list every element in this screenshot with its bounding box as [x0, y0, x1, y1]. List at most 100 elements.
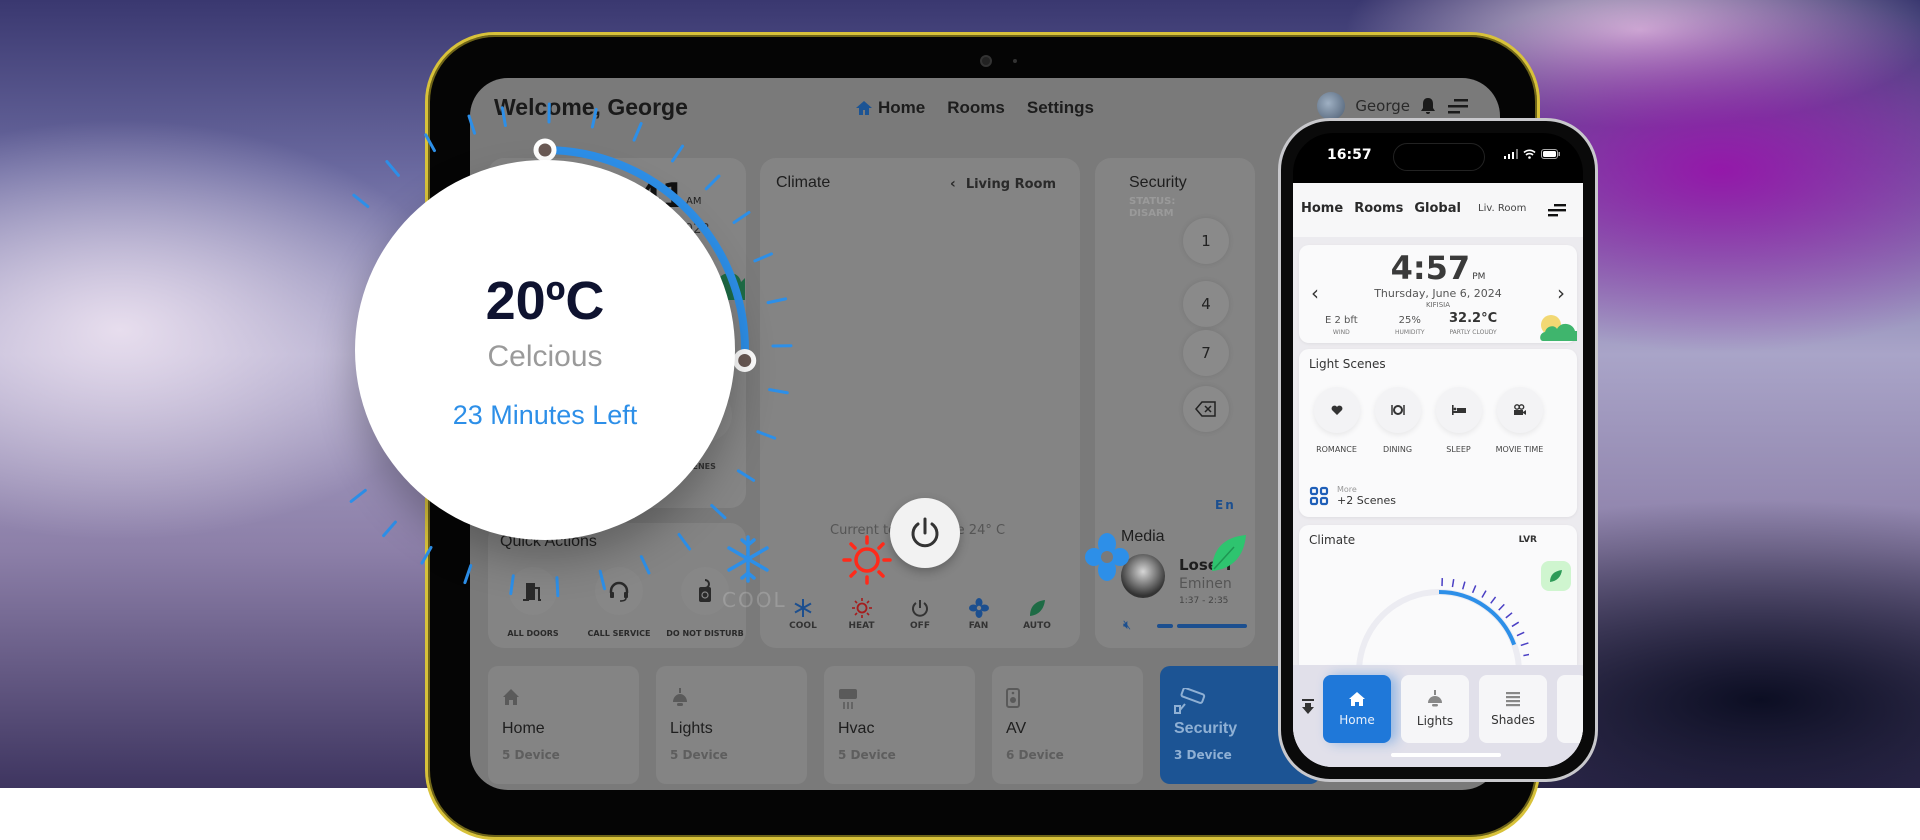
scene-romance[interactable]: ROMANCE: [1311, 387, 1362, 454]
home-icon: [503, 689, 519, 705]
media-time: 1:37 - 2:35: [1179, 596, 1229, 606]
dial-tick: [632, 122, 643, 142]
tile-av-name: AV: [1006, 720, 1027, 737]
dial-tick: [732, 210, 751, 225]
battery-icon: [1541, 149, 1560, 159]
speaker-icon: [1006, 688, 1020, 708]
keypad-key-4[interactable]: 4: [1183, 281, 1229, 327]
bed-icon: [1451, 405, 1466, 415]
tile-lights-name: Lights: [670, 720, 713, 737]
dial-tick: [768, 388, 789, 395]
gauge-tick: [1520, 642, 1529, 647]
dial-start-handle[interactable]: [533, 138, 557, 162]
climate-room-selector[interactable]: ‹ Living Room: [950, 176, 1056, 192]
media-progress-bar[interactable]: [1157, 624, 1247, 628]
menu-icon[interactable]: [1547, 203, 1567, 218]
nav-home[interactable]: Home: [855, 98, 925, 118]
security-status-label: STATUS:: [1129, 196, 1176, 207]
tab-shades[interactable]: Shades: [1479, 675, 1547, 743]
tile-av[interactable]: AV 6 Device: [992, 666, 1143, 784]
sun-icon: [851, 598, 872, 618]
gauge-tick: [1490, 596, 1497, 604]
leaf-icon: [1550, 570, 1562, 582]
tab-more-partial[interactable]: [1557, 675, 1583, 743]
sun-icon: [842, 535, 892, 585]
mode-heat[interactable]: HEAT: [837, 598, 887, 631]
grid-icon: [1309, 486, 1329, 506]
tile-lights[interactable]: Lights 5 Device: [656, 666, 807, 784]
dial-tick: [736, 469, 756, 482]
mode-off-label: OFF: [910, 621, 930, 631]
keypad-key-1[interactable]: 1: [1183, 218, 1229, 264]
mode-auto-label: AUTO: [1023, 621, 1051, 631]
phone-city: KIFISIA: [1425, 301, 1451, 309]
tab-lights-label: Lights: [1416, 714, 1454, 728]
phone-nav-global[interactable]: Global: [1414, 201, 1461, 216]
more-scenes-button[interactable]: More +2 Scenes: [1309, 485, 1396, 507]
avatar[interactable]: [1317, 92, 1346, 120]
nav-settings[interactable]: Settings: [1027, 98, 1094, 118]
tile-hvac[interactable]: Hvac 5 Device: [824, 666, 975, 784]
phone-room-selector[interactable]: Liv. Room: [1478, 203, 1526, 214]
tile-home[interactable]: Home 5 Device: [488, 666, 639, 784]
nav-rooms[interactable]: Rooms: [947, 98, 1005, 118]
humidity-stat: 25% HUMIDITY: [1395, 315, 1425, 336]
mode-fan[interactable]: FAN: [954, 598, 1004, 631]
nav-rooms-label: Rooms: [947, 98, 1005, 117]
phone-clock: 16:57: [1327, 147, 1372, 163]
tile-home-count: 5 Device: [502, 748, 560, 762]
dial-tick: [598, 569, 607, 591]
phone-climate-room[interactable]: LVR: [1519, 535, 1537, 545]
scene-sleep[interactable]: SLEEP: [1433, 387, 1484, 454]
wind-value: E 2 bft: [1325, 315, 1358, 326]
bell-icon[interactable]: [1420, 97, 1436, 115]
system-icons: [1504, 149, 1561, 159]
scene-dining[interactable]: DINING: [1372, 387, 1423, 454]
phone-nav-rooms[interactable]: Rooms: [1354, 201, 1403, 216]
dial-tick: [639, 555, 651, 575]
mode-off[interactable]: OFF: [895, 598, 945, 631]
phone-climate-title: Climate: [1309, 533, 1356, 547]
security-title: Security: [1129, 174, 1187, 191]
more-scenes-count: +2 Scenes: [1337, 494, 1396, 507]
snowflake-icon: [727, 535, 769, 583]
mode-auto[interactable]: AUTO: [1012, 598, 1062, 631]
power-icon: [912, 600, 928, 617]
mute-icon[interactable]: 🔇︎: [1123, 618, 1131, 633]
download-icon[interactable]: [1301, 699, 1315, 715]
gauge-track: [1356, 589, 1522, 667]
power-button[interactable]: [890, 498, 960, 568]
phone-nav: Home Rooms Global Liv. Room: [1293, 183, 1583, 237]
tab-home[interactable]: Home: [1323, 675, 1391, 743]
dial-end-handle[interactable]: [733, 348, 757, 372]
climate-mode-row: COOL HEAT OFF FAN AUTO: [778, 598, 1062, 631]
eco-mode-button[interactable]: [1541, 561, 1571, 591]
lamp-icon: [1428, 690, 1442, 707]
scene-movie-time[interactable]: MOVIE TIME: [1494, 387, 1545, 454]
nav-home-label: Home: [878, 98, 926, 117]
user-name: George: [1355, 97, 1410, 115]
keypad-backspace[interactable]: [1183, 386, 1229, 432]
dial-tick: [463, 564, 473, 585]
keypad-key-7[interactable]: 7: [1183, 330, 1229, 376]
nav-settings-label: Settings: [1026, 98, 1094, 117]
menu-icon[interactable]: [1446, 97, 1470, 115]
dial-tick: [555, 576, 560, 598]
dial-tick: [670, 144, 685, 163]
phone-climate-gauge[interactable]: [1349, 577, 1529, 667]
gauge-tick: [1505, 612, 1513, 619]
power-icon: [911, 517, 939, 548]
mode-fan-label: FAN: [968, 621, 989, 631]
temperature-stat: 32.2°C PARTLY CLOUDY: [1449, 311, 1497, 336]
phone-time-value: 4:57: [1390, 249, 1471, 287]
phone-time: 4:57 PM: [1299, 249, 1577, 287]
scene-dining-label: DINING: [1382, 445, 1413, 454]
security-enter-button[interactable]: En: [1215, 498, 1236, 512]
dial-temperature: 20ºC: [485, 270, 605, 331]
tab-lights[interactable]: Lights: [1401, 675, 1469, 743]
phone-nav-home[interactable]: Home: [1301, 201, 1343, 216]
humidity-label: HUMIDITY: [1395, 329, 1425, 336]
chevron-left-icon: ‹: [950, 176, 956, 192]
home-indicator: [1391, 753, 1501, 757]
leaf-icon: [1212, 535, 1246, 571]
